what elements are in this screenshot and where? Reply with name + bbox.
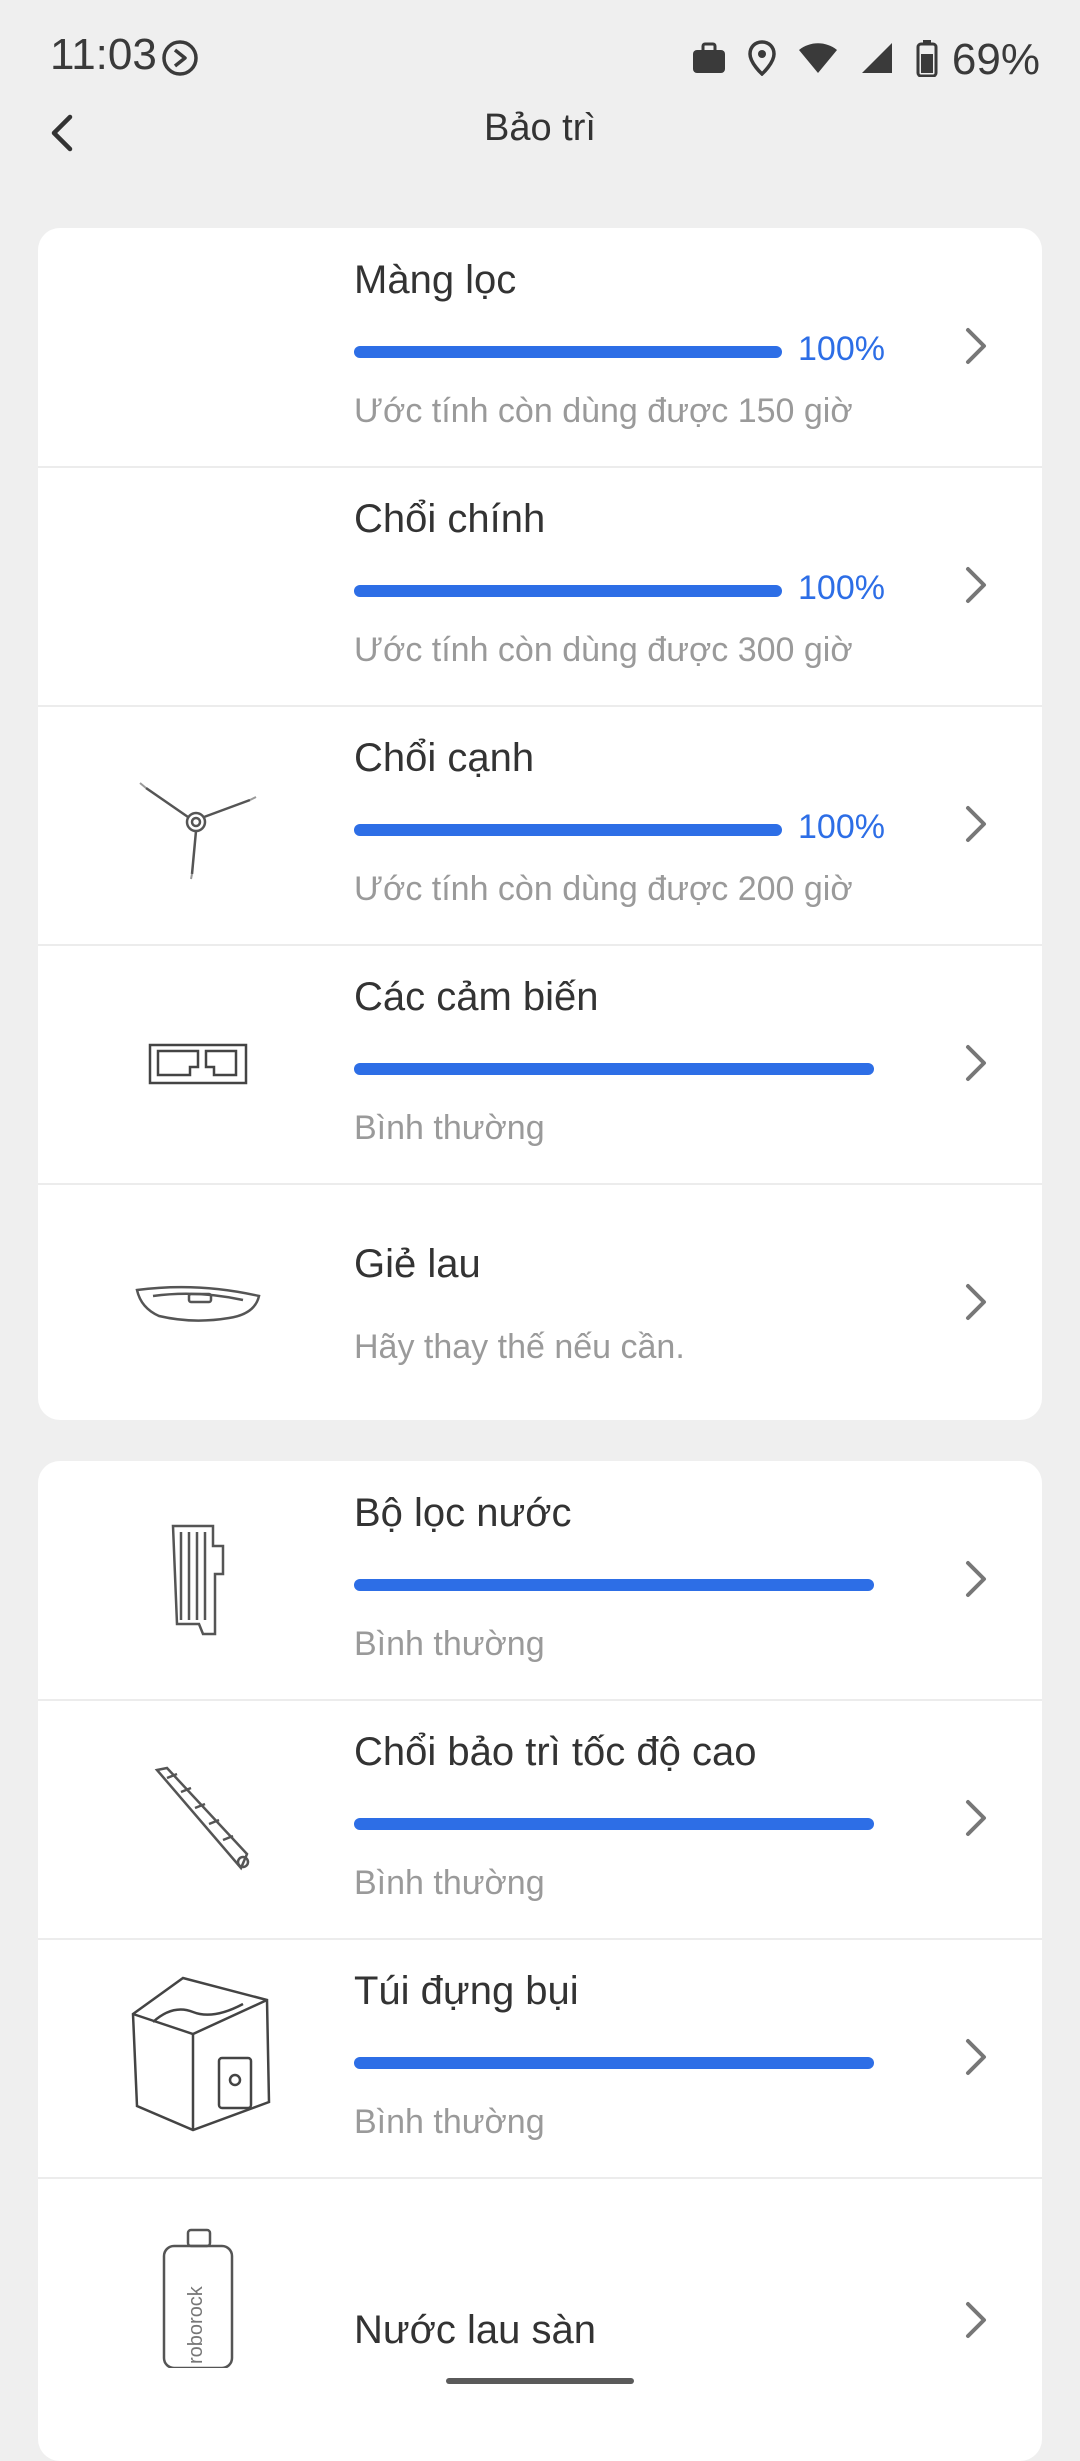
item-title: Bộ lọc nước bbox=[354, 1491, 572, 1535]
chevron-right-icon bbox=[966, 1045, 986, 1081]
chevron-right-icon bbox=[966, 1284, 986, 1320]
battery-percent: 69% bbox=[951, 35, 1040, 84]
list-item-water-filter[interactable]: Bộ lọc nước Bình thường bbox=[38, 1461, 1042, 1701]
location-icon bbox=[748, 39, 776, 81]
progress-bar bbox=[354, 1063, 874, 1075]
item-title: Màng lọc bbox=[354, 258, 517, 302]
chevron-right-icon bbox=[966, 1800, 986, 1836]
progress-bar bbox=[354, 1579, 874, 1591]
item-subtitle: Ước tính còn dùng được 150 giờ bbox=[354, 392, 853, 430]
cleaning-brush-image bbox=[118, 1754, 278, 1884]
item-subtitle: Ước tính còn dùng được 200 giờ bbox=[354, 870, 853, 908]
maintenance-card-dock: Bộ lọc nước Bình thường Chổi bảo trì tốc… bbox=[38, 1461, 1042, 2461]
item-title: Chổi bảo trì tốc độ cao bbox=[354, 1730, 757, 1774]
list-item-cleaning-brush[interactable]: Chổi bảo trì tốc độ cao Bình thường bbox=[38, 1700, 1042, 1940]
progress-percent: 100% bbox=[798, 808, 885, 846]
chevron-right-icon bbox=[966, 806, 986, 842]
item-subtitle: Bình thường bbox=[354, 1625, 545, 1663]
do-not-disturb-icon bbox=[160, 38, 200, 83]
progress-bar bbox=[354, 346, 782, 358]
item-title: Các cảm biến bbox=[354, 975, 599, 1019]
app-header: Bảo trì bbox=[0, 95, 1080, 175]
chevron-right-icon bbox=[966, 1561, 986, 1597]
water-filter-image bbox=[118, 1515, 278, 1645]
chevron-right-icon bbox=[966, 328, 986, 364]
progress-fill bbox=[354, 824, 782, 836]
item-subtitle: Hãy thay thế nếu cần. bbox=[354, 1328, 685, 1366]
item-subtitle: Ước tính còn dùng được 300 giờ bbox=[354, 631, 853, 669]
cellular-signal-icon bbox=[860, 42, 894, 79]
battery-icon bbox=[916, 39, 938, 82]
progress-bar bbox=[354, 585, 782, 597]
progress-fill bbox=[354, 1818, 874, 1830]
work-profile-icon bbox=[692, 42, 726, 79]
list-item-side-brush[interactable]: Chổi cạnh 100% Ước tính còn dùng được 20… bbox=[38, 706, 1042, 946]
item-title: Giẻ lau bbox=[354, 1242, 481, 1286]
item-subtitle: Bình thường bbox=[354, 1109, 545, 1147]
item-title: Túi đựng bụi bbox=[354, 1969, 579, 2013]
filter-image bbox=[118, 282, 278, 412]
item-title: Chổi chính bbox=[354, 497, 546, 541]
item-title: Chổi cạnh bbox=[354, 736, 535, 780]
progress-fill bbox=[354, 346, 782, 358]
dust-bag-image bbox=[118, 1969, 278, 2139]
item-subtitle: Bình thường bbox=[354, 2103, 545, 2141]
item-title: Nước lau sàn bbox=[354, 2308, 596, 2352]
list-item-sensors[interactable]: Các cảm biến Bình thường bbox=[38, 945, 1042, 1185]
sensor-image bbox=[118, 999, 278, 1129]
main-brush-image bbox=[118, 521, 278, 651]
wifi-icon bbox=[798, 42, 838, 79]
chevron-right-icon bbox=[966, 567, 986, 603]
side-brush-image bbox=[118, 760, 278, 890]
progress-fill bbox=[354, 585, 782, 597]
list-item-dust-bag[interactable]: Túi đựng bụi Bình thường bbox=[38, 1939, 1042, 2179]
page-title: Bảo trì bbox=[484, 107, 596, 149]
maintenance-card-consumables: Màng lọc 100% Ước tính còn dùng được 150… bbox=[38, 228, 1042, 1420]
floor-cleaner-bottle-image: roborock bbox=[118, 2228, 278, 2368]
progress-bar bbox=[354, 1818, 874, 1830]
chevron-right-icon bbox=[966, 2302, 986, 2338]
progress-fill bbox=[354, 1063, 874, 1075]
list-item-main-brush[interactable]: Chổi chính 100% Ước tính còn dùng được 3… bbox=[38, 467, 1042, 707]
progress-fill bbox=[354, 1579, 874, 1591]
progress-fill bbox=[354, 2057, 874, 2069]
item-subtitle: Bình thường bbox=[354, 1864, 545, 1902]
chevron-right-icon bbox=[966, 2039, 986, 2075]
mop-image bbox=[118, 1238, 278, 1368]
bottle-label-text: roborock bbox=[185, 2285, 207, 2364]
progress-percent: 100% bbox=[798, 330, 885, 368]
progress-percent: 100% bbox=[798, 569, 885, 607]
status-time: 11:03 bbox=[50, 30, 157, 79]
progress-bar bbox=[354, 824, 782, 836]
progress-bar bbox=[354, 2057, 874, 2069]
list-item-filter[interactable]: Màng lọc 100% Ước tính còn dùng được 150… bbox=[38, 228, 1042, 468]
gesture-home-bar[interactable] bbox=[446, 2378, 634, 2384]
list-item-mop[interactable]: Giẻ lau Hãy thay thế nếu cần. bbox=[38, 1184, 1042, 1420]
